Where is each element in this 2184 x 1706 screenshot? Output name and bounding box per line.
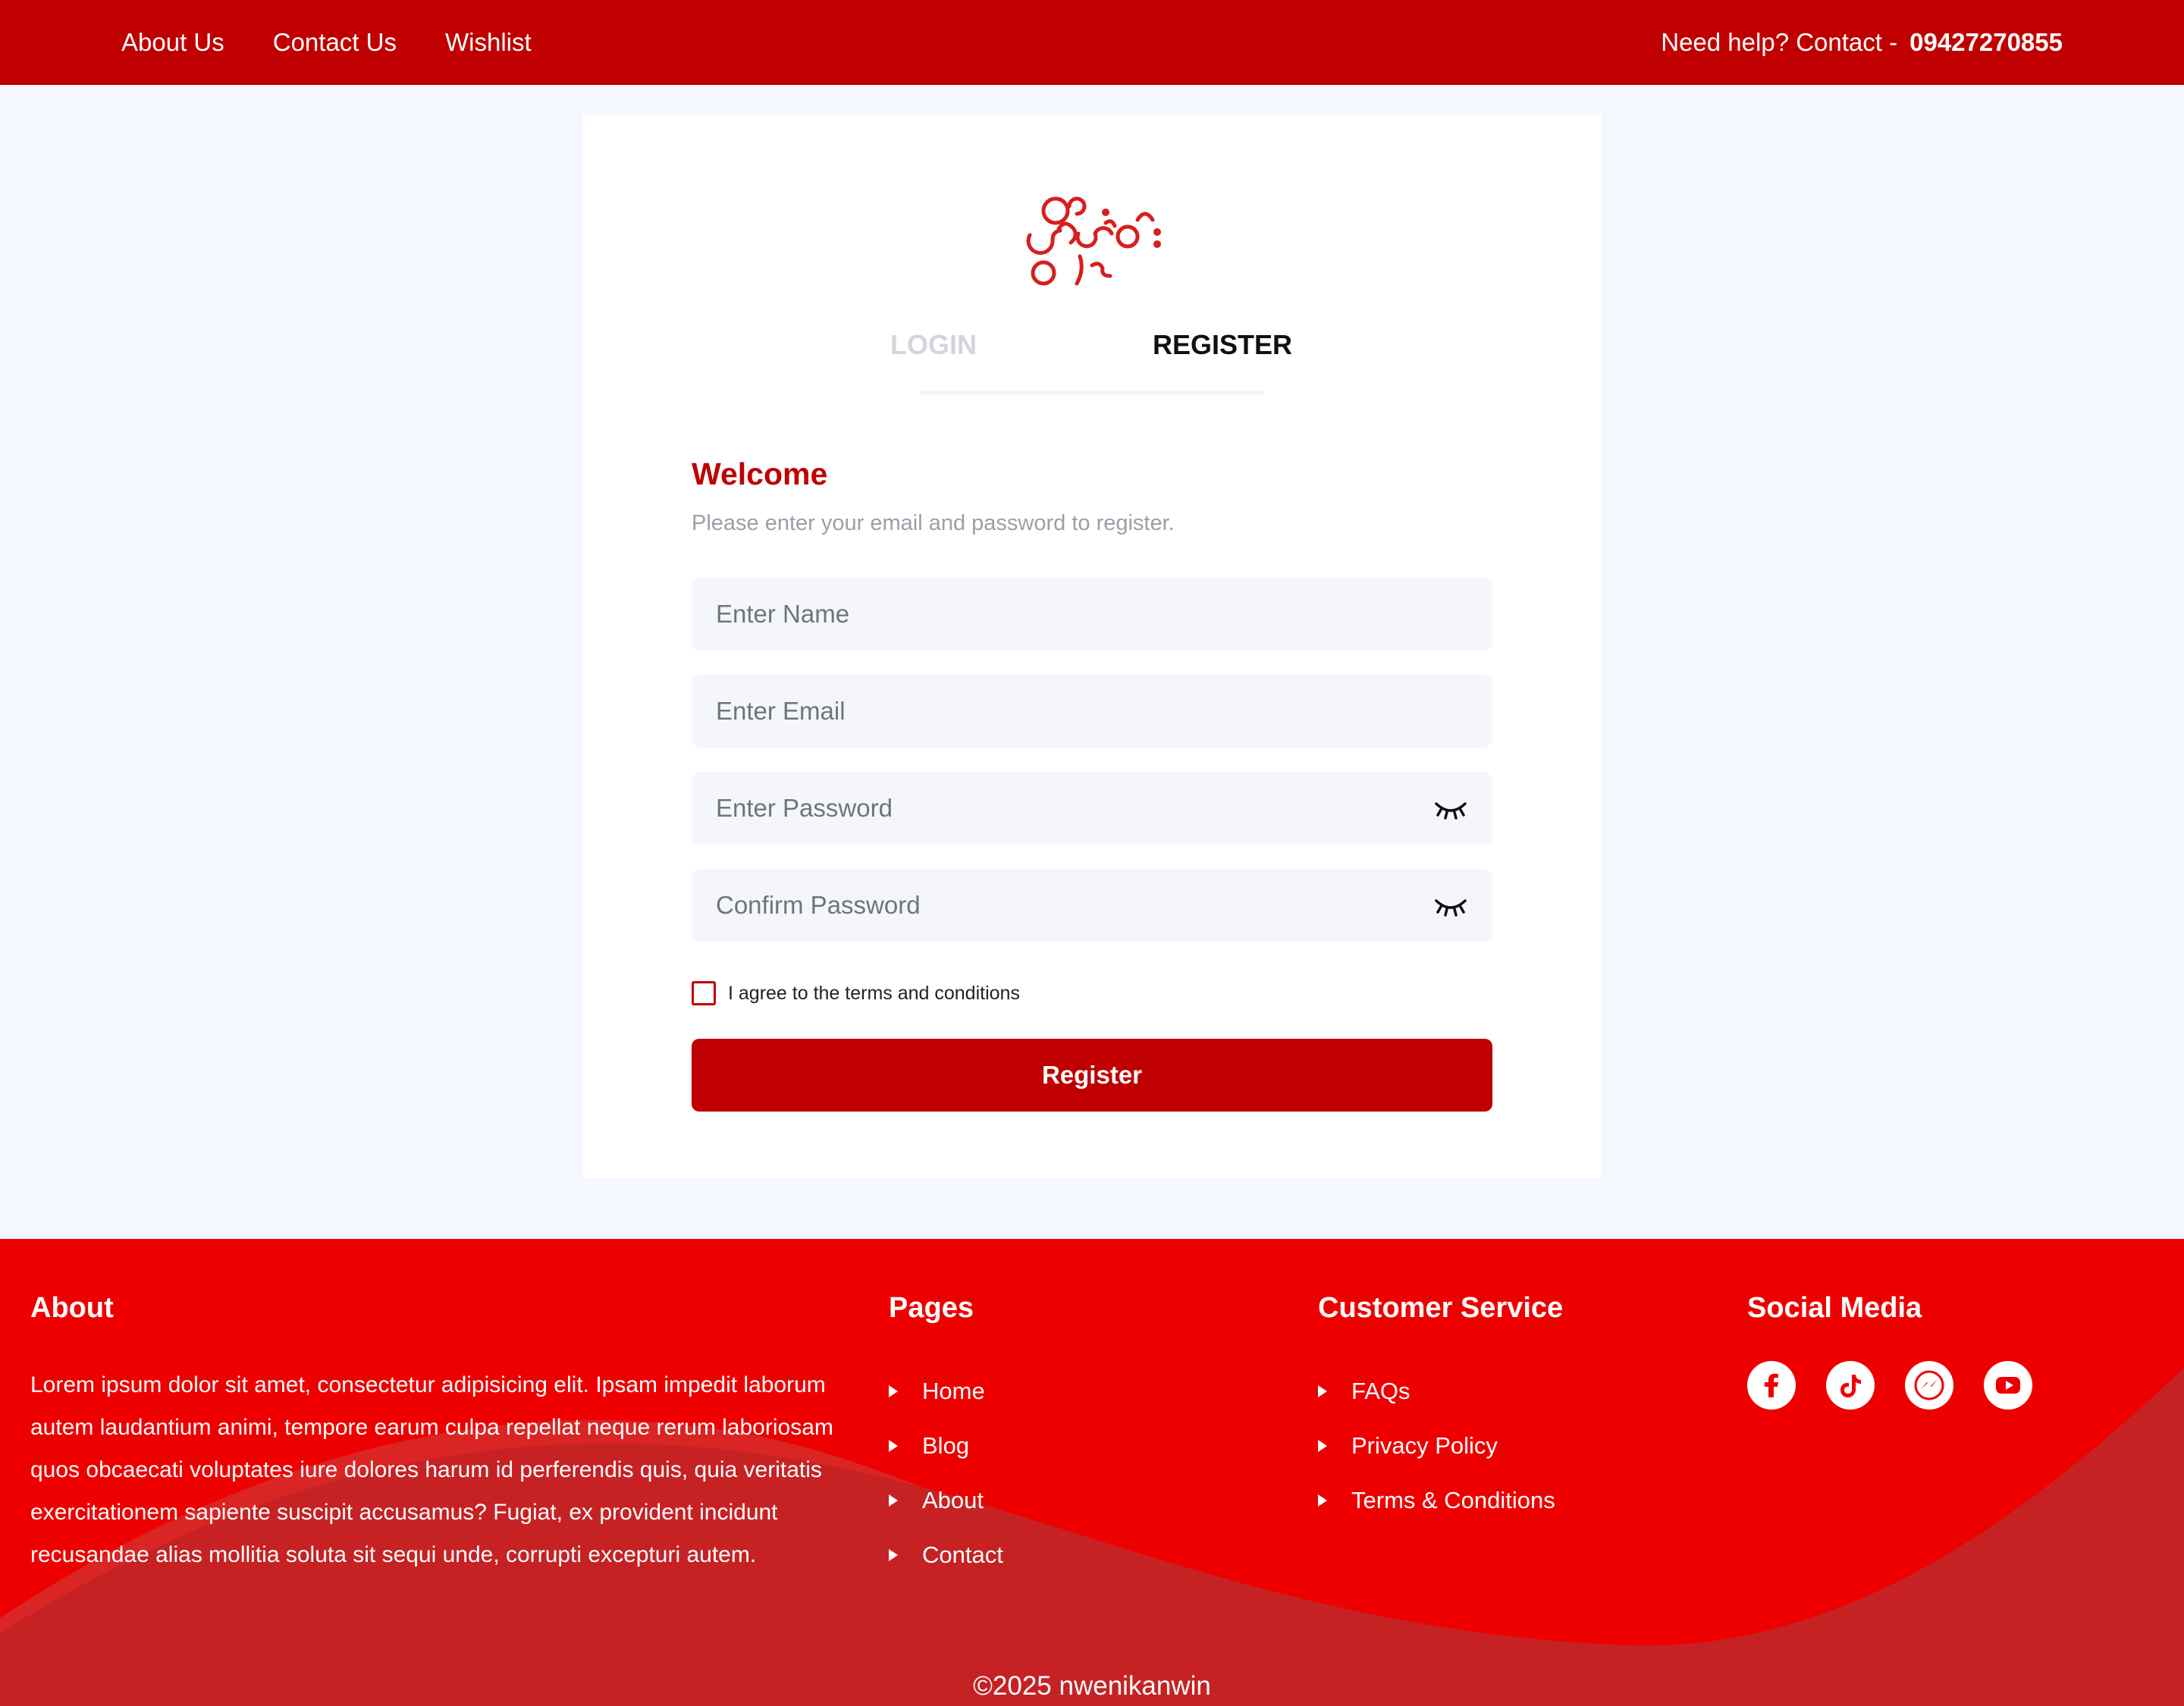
footer-about: About Lorem ipsum dolor sit amet, consec…	[30, 1292, 864, 1576]
caret-right-icon	[889, 1549, 898, 1561]
register-button[interactable]: Register	[692, 1039, 1492, 1112]
footer-social: Social Media	[1747, 1292, 2032, 1410]
terms-agreement: I agree to the terms and conditions	[692, 981, 1020, 1005]
footer-about-text: Lorem ipsum dolor sit amet, consectetur …	[30, 1372, 833, 1567]
caret-right-icon	[889, 1494, 898, 1507]
top-bar: About Us Contact Us Wishlist Need help? …	[0, 0, 2184, 85]
caret-right-icon	[889, 1440, 898, 1452]
caret-right-icon	[1318, 1494, 1327, 1507]
footer-link-home[interactable]: Home	[889, 1364, 1003, 1419]
brand-logo[interactable]	[1016, 190, 1168, 288]
footer-link-faqs[interactable]: FAQs	[1318, 1364, 1563, 1419]
welcome-subtitle: Please enter your email and password to …	[692, 511, 1175, 535]
confirm-password-field	[692, 869, 1492, 942]
footer-link-label[interactable]: Home	[922, 1378, 985, 1405]
confirm-password-input[interactable]	[692, 869, 1492, 942]
messenger-icon[interactable]	[1905, 1361, 1953, 1410]
footer-pages: Pages Home Blog About Contact	[889, 1292, 1003, 1582]
youtube-icon[interactable]	[1984, 1361, 2032, 1410]
email-field	[692, 675, 1492, 748]
password-field	[692, 772, 1492, 845]
welcome-heading: Welcome	[692, 456, 828, 491]
nav-about-us[interactable]: About Us	[121, 28, 224, 57]
auth-tabs: LOGIN REGISTER	[582, 329, 1602, 375]
footer-link-terms[interactable]: Terms & Conditions	[1318, 1473, 1563, 1528]
terms-checkbox[interactable]	[692, 981, 716, 1005]
footer-link-privacy[interactable]: Privacy Policy	[1318, 1419, 1563, 1473]
footer-link-label[interactable]: FAQs	[1351, 1378, 1410, 1405]
eye-closed-icon[interactable]	[1433, 795, 1468, 822]
social-icons	[1747, 1361, 2032, 1410]
copyright: ©2025 nwenikanwin	[973, 1671, 1211, 1701]
nav-wishlist[interactable]: Wishlist	[445, 28, 532, 57]
footer: About Lorem ipsum dolor sit amet, consec…	[0, 1239, 2184, 1706]
footer-link-contact[interactable]: Contact	[889, 1528, 1003, 1582]
help-contact: Need help? Contact - 09427270855	[1661, 0, 2063, 85]
caret-right-icon	[1318, 1385, 1327, 1397]
email-input[interactable]	[692, 675, 1492, 748]
footer-link-label[interactable]: Contact	[922, 1541, 1003, 1569]
password-input[interactable]	[692, 772, 1492, 845]
help-text: Need help? Contact -	[1661, 28, 1898, 56]
name-input[interactable]	[692, 578, 1492, 651]
footer-link-blog[interactable]: Blog	[889, 1419, 1003, 1473]
footer-link-about[interactable]: About	[889, 1473, 1003, 1528]
footer-cs-title: Customer Service	[1318, 1292, 1564, 1324]
facebook-icon[interactable]	[1747, 1361, 1796, 1410]
tab-login[interactable]: LOGIN	[890, 329, 977, 361]
tab-divider	[919, 391, 1265, 394]
footer-pages-title: Pages	[889, 1292, 974, 1324]
caret-right-icon	[889, 1385, 898, 1397]
top-nav: About Us Contact Us Wishlist	[121, 0, 532, 85]
footer-about-title: About	[30, 1292, 114, 1324]
tiktok-icon[interactable]	[1826, 1361, 1875, 1410]
name-field	[692, 578, 1492, 651]
terms-label[interactable]: I agree to the terms and conditions	[728, 983, 1020, 1005]
footer-customer-service: Customer Service FAQs Privacy Policy Ter…	[1318, 1292, 1563, 1528]
footer-link-label[interactable]: Privacy Policy	[1351, 1432, 1498, 1460]
footer-link-label[interactable]: Terms & Conditions	[1351, 1487, 1555, 1514]
caret-right-icon	[1318, 1440, 1327, 1452]
eye-closed-icon[interactable]	[1433, 892, 1468, 919]
help-phone[interactable]: 09427270855	[1909, 28, 2063, 57]
footer-link-label[interactable]: Blog	[922, 1432, 969, 1460]
footer-link-label[interactable]: About	[922, 1487, 984, 1514]
tab-register[interactable]: REGISTER	[1153, 329, 1292, 361]
footer-social-title: Social Media	[1747, 1292, 1922, 1324]
nav-contact-us[interactable]: Contact Us	[273, 28, 397, 57]
register-card: LOGIN REGISTER Welcome Please enter your…	[582, 115, 1602, 1178]
